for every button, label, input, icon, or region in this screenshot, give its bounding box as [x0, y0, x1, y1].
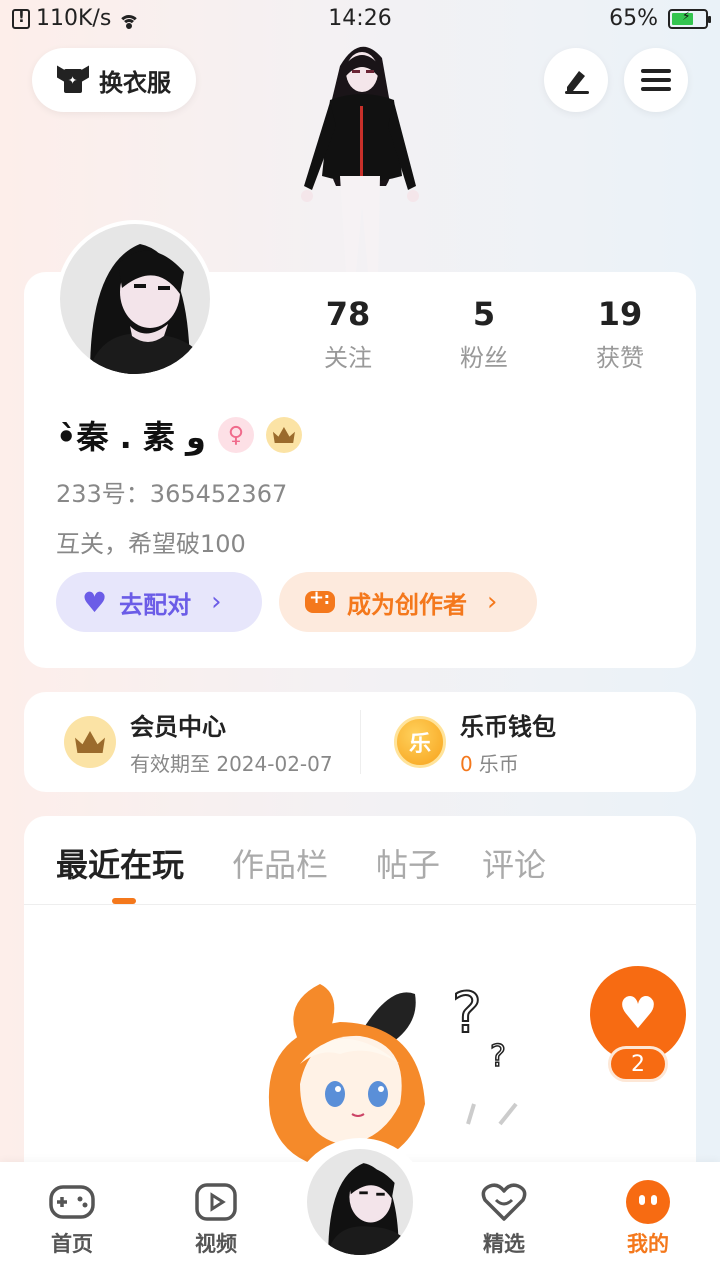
tab-recently-played[interactable]: 最近在玩 — [56, 840, 184, 886]
fans-label: 粉丝 — [460, 344, 508, 372]
vip-center-entry[interactable]: 会员中心 有效期至 2024-02-07 — [64, 692, 333, 792]
coin-balance: 0 乐币 — [460, 748, 556, 777]
nav-mine[interactable]: 我的 — [598, 1180, 698, 1258]
avatar-image — [60, 224, 210, 374]
coin-unit: 乐币 — [478, 752, 519, 776]
menu-icon — [641, 64, 671, 96]
following-label: 关注 — [324, 344, 372, 372]
battery-percent: 65% — [609, 6, 658, 31]
tab-posts[interactable]: 帖子 — [376, 840, 440, 886]
bio: 互关，希望破100 — [56, 530, 246, 558]
wallet-card: 会员中心 有效期至 2024-02-07 乐 乐币钱包 0 乐币 — [24, 692, 696, 792]
match-button[interactable]: ♥ 去配对 › — [56, 572, 262, 632]
following-count: 78 — [325, 295, 371, 333]
creator-label: 成为创作者 — [347, 590, 467, 619]
svg-text:?: ? — [452, 981, 482, 1046]
dress-up-label: 换衣服 — [99, 68, 171, 97]
edit-profile-button[interactable] — [544, 48, 608, 112]
username: •̀秦 . 素 و — [56, 418, 206, 456]
tab-comments[interactable]: 评论 — [482, 840, 546, 886]
gamepad-icon — [305, 587, 335, 613]
heart-icon: ♥ — [618, 988, 658, 1039]
username-row: •̀秦 . 素 و ♀ — [56, 412, 302, 458]
gamepad-icon — [48, 1182, 96, 1222]
nav-home[interactable]: 首页 — [22, 1182, 122, 1258]
chevron-right-icon: › — [211, 587, 222, 617]
edit-icon — [565, 71, 589, 94]
battery-icon — [668, 8, 711, 29]
svg-text:?: ? — [490, 1039, 506, 1074]
vip-expiry: 有效期至 2024-02-07 — [130, 752, 333, 776]
tab-works[interactable]: 作品栏 — [232, 840, 328, 886]
likes-label: 获赞 — [596, 344, 644, 372]
nav-featured-label: 精选 — [483, 1232, 525, 1256]
nav-featured[interactable]: 精选 — [454, 1182, 554, 1258]
vip-crown-icon — [64, 716, 116, 768]
avatar-character[interactable] — [290, 36, 430, 272]
nav-video-label: 视频 — [195, 1232, 237, 1256]
fans-count: 5 — [472, 295, 496, 333]
nav-video[interactable]: 视频 — [166, 1182, 266, 1258]
status-right: 65% — [609, 6, 711, 31]
avatar-image — [307, 1149, 413, 1255]
coin-icon: 乐 — [394, 716, 446, 768]
vip-title: 会员中心 — [130, 713, 226, 741]
coin-title: 乐币钱包 — [460, 713, 556, 741]
stat-likes[interactable]: 19 获赞 — [560, 294, 680, 373]
become-creator-button[interactable]: 成为创作者 › — [279, 572, 537, 632]
shirt-icon: ✦ — [57, 65, 89, 95]
menu-button[interactable] — [624, 48, 688, 112]
heart-outline-icon — [480, 1182, 528, 1222]
smile-icon — [624, 1180, 672, 1224]
chevron-right-icon: › — [487, 587, 498, 617]
nav-home-label: 首页 — [51, 1232, 93, 1256]
tab-divider — [24, 904, 696, 905]
battery-fill — [672, 9, 693, 25]
nav-mine-label: 我的 — [627, 1232, 669, 1256]
nav-center-avatar[interactable] — [304, 1146, 416, 1258]
female-icon: ♀ — [217, 417, 254, 453]
double-heart-icon: ♥ — [82, 585, 108, 619]
match-label: 去配对 — [119, 590, 192, 619]
avatar[interactable] — [56, 220, 214, 378]
status-bar: 110K/s 14:26 65% — [0, 0, 720, 40]
crown-icon[interactable] — [265, 417, 302, 453]
stat-fans[interactable]: 5 粉丝 — [424, 294, 544, 373]
coin-wallet-entry[interactable]: 乐 乐币钱包 0 乐币 — [394, 692, 556, 792]
like-count-badge: 2 — [608, 1046, 668, 1082]
dress-up-button[interactable]: ✦ 换衣服 — [32, 48, 196, 112]
user-id: 233号：365452367 — [56, 480, 288, 508]
likes-count: 19 — [597, 295, 643, 333]
coin-count: 0 — [460, 752, 473, 776]
stat-following[interactable]: 78 关注 — [288, 294, 408, 373]
divider — [360, 710, 361, 774]
play-icon — [192, 1182, 240, 1222]
